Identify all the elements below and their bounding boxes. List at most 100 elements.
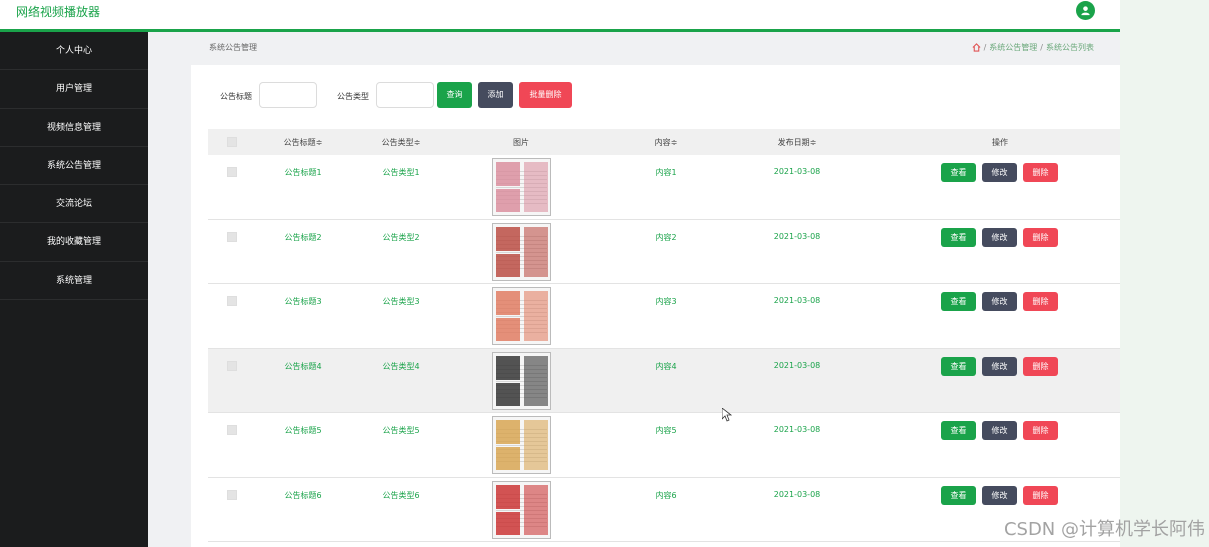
row-image[interactable] bbox=[492, 287, 551, 345]
title-filter-label: 公告标题 bbox=[220, 92, 252, 101]
type-search-input[interactable] bbox=[376, 82, 434, 108]
main-content: 系统公告管理 / 系统公告管理 / 系统公告列表 公告标题 公告类型 查询 添加… bbox=[148, 32, 1120, 547]
table-row: 公告标题3 公告类型3 内容3 2021-03-08 查看 修改 删除 bbox=[208, 284, 1120, 349]
col-title-header[interactable]: 公告标题≑ bbox=[284, 137, 323, 148]
type-filter-label: 公告类型 bbox=[337, 92, 369, 101]
table-row: 公告标题1 公告类型1 内容1 2021-03-08 查看 修改 删除 bbox=[208, 155, 1120, 220]
row-image-block bbox=[496, 511, 520, 535]
edit-button[interactable]: 修改 bbox=[982, 356, 1017, 376]
sidebar-item-announcements[interactable]: 系统公告管理 bbox=[0, 147, 148, 186]
row-image-block bbox=[524, 226, 548, 277]
row-date: 2021-03-08 bbox=[773, 231, 821, 241]
breadcrumb-current: 系统公告列表 bbox=[1046, 43, 1094, 52]
delete-button[interactable]: 删除 bbox=[1023, 485, 1058, 505]
row-checkbox[interactable] bbox=[227, 360, 237, 371]
view-button[interactable]: 查看 bbox=[941, 356, 976, 376]
sidebar-item-forum[interactable]: 交流论坛 bbox=[0, 185, 148, 224]
table-row: 公告标题4 公告类型4 内容4 2021-03-08 查看 修改 删除 bbox=[208, 348, 1120, 413]
row-image-block bbox=[496, 226, 520, 251]
row-type: 公告类型2 bbox=[382, 232, 420, 242]
row-image-block bbox=[496, 484, 520, 509]
view-button[interactable]: 查看 bbox=[941, 227, 976, 247]
row-content: 内容2 bbox=[655, 232, 677, 242]
row-content: 内容5 bbox=[655, 426, 677, 435]
col-type-header[interactable]: 公告类型≑ bbox=[382, 137, 421, 148]
query-button[interactable]: 查询 bbox=[437, 82, 472, 108]
row-title: 公告标题1 bbox=[284, 168, 322, 177]
add-button[interactable]: 添加 bbox=[478, 82, 513, 108]
sidebar-item-profile[interactable]: 个人中心 bbox=[0, 32, 148, 71]
row-image[interactable] bbox=[492, 351, 551, 410]
title-search-input[interactable] bbox=[259, 82, 317, 108]
row-image-block bbox=[524, 355, 548, 406]
view-button[interactable]: 查看 bbox=[941, 421, 976, 440]
row-image-block bbox=[496, 382, 520, 406]
row-type: 公告类型1 bbox=[382, 168, 420, 177]
view-button[interactable]: 查看 bbox=[941, 485, 976, 505]
row-image[interactable] bbox=[492, 416, 551, 474]
row-image-block bbox=[524, 162, 548, 212]
row-content: 内容6 bbox=[655, 490, 677, 500]
row-image[interactable] bbox=[492, 158, 551, 216]
edit-button[interactable]: 修改 bbox=[982, 485, 1017, 505]
edit-button[interactable]: 修改 bbox=[982, 292, 1017, 311]
row-title: 公告标题4 bbox=[284, 361, 322, 371]
row-image-block bbox=[496, 253, 520, 277]
row-image-block bbox=[496, 420, 520, 444]
row-type: 公告类型5 bbox=[382, 426, 420, 435]
view-button[interactable]: 查看 bbox=[941, 292, 976, 311]
row-image-block bbox=[496, 318, 520, 341]
row-date: 2021-03-08 bbox=[773, 296, 821, 305]
view-button[interactable]: 查看 bbox=[941, 163, 976, 182]
row-image-block bbox=[524, 420, 548, 470]
row-content: 内容1 bbox=[655, 168, 677, 177]
table-header: 公告标题≑ 公告类型≑ 图片 内容≑ 发布日期≑ 操作 bbox=[208, 129, 1120, 155]
delete-button[interactable]: 删除 bbox=[1023, 356, 1058, 376]
table-row: 公告标题5 公告类型5 内容5 2021-03-08 查看 修改 删除 bbox=[208, 413, 1120, 478]
delete-button[interactable]: 删除 bbox=[1023, 292, 1058, 311]
row-title: 公告标题5 bbox=[284, 426, 322, 435]
row-checkbox[interactable] bbox=[227, 489, 237, 500]
row-checkbox[interactable] bbox=[227, 296, 237, 306]
row-image[interactable] bbox=[492, 222, 551, 281]
edit-button[interactable]: 修改 bbox=[982, 421, 1017, 440]
row-checkbox[interactable] bbox=[227, 231, 237, 242]
row-image-block bbox=[496, 447, 520, 470]
batch-delete-button[interactable]: 批量删除 bbox=[519, 82, 572, 108]
row-image-block bbox=[496, 162, 520, 186]
table-row: 公告标题2 公告类型2 内容2 2021-03-08 查看 修改 删除 bbox=[208, 219, 1120, 284]
row-type: 公告类型4 bbox=[382, 361, 420, 371]
row-date: 2021-03-08 bbox=[773, 489, 821, 499]
sidebar-item-favorites[interactable]: 我的收藏管理 bbox=[0, 223, 148, 262]
select-all-checkbox[interactable] bbox=[227, 137, 237, 147]
row-title: 公告标题3 bbox=[284, 297, 322, 306]
table-row: 公告标题6 公告类型6 内容6 2021-03-08 查看 修改 删除 bbox=[208, 477, 1120, 542]
delete-button[interactable]: 删除 bbox=[1023, 227, 1058, 247]
row-image[interactable] bbox=[492, 480, 551, 539]
sidebar-item-videos[interactable]: 视频信息管理 bbox=[0, 109, 148, 147]
breadcrumb-section[interactable]: 系统公告管理 bbox=[989, 42, 1037, 53]
row-checkbox[interactable] bbox=[227, 425, 237, 435]
announcement-table: 公告标题≑ 公告类型≑ 图片 内容≑ 发布日期≑ 操作 公告标题1 公告类型1 内容… bbox=[208, 129, 1120, 542]
col-actions-header: 操作 bbox=[992, 138, 1008, 147]
row-checkbox[interactable] bbox=[227, 167, 237, 177]
row-image-block bbox=[524, 291, 548, 341]
row-date: 2021-03-08 bbox=[773, 360, 821, 370]
delete-button[interactable]: 删除 bbox=[1023, 421, 1058, 440]
row-content: 内容3 bbox=[655, 297, 677, 306]
col-date-header[interactable]: 发布日期≑ bbox=[778, 137, 817, 148]
home-icon[interactable] bbox=[972, 43, 981, 52]
edit-button[interactable]: 修改 bbox=[982, 163, 1017, 182]
row-type: 公告类型6 bbox=[382, 490, 420, 500]
watermark: CSDN @计算机学长阿伟 bbox=[1003, 519, 1205, 540]
col-content-header[interactable]: 内容≑ bbox=[655, 137, 678, 148]
page-right-margin bbox=[1120, 0, 1209, 547]
edit-button[interactable]: 修改 bbox=[982, 227, 1017, 247]
delete-button[interactable]: 删除 bbox=[1023, 163, 1058, 182]
breadcrumb-separator: / bbox=[983, 43, 987, 52]
row-image-block bbox=[496, 189, 520, 212]
user-avatar-icon[interactable] bbox=[1076, 1, 1095, 20]
page-title: 系统公告管理 bbox=[209, 43, 257, 52]
sidebar-item-system[interactable]: 系统管理 bbox=[0, 262, 148, 301]
sidebar-item-users[interactable]: 用户管理 bbox=[0, 70, 148, 109]
